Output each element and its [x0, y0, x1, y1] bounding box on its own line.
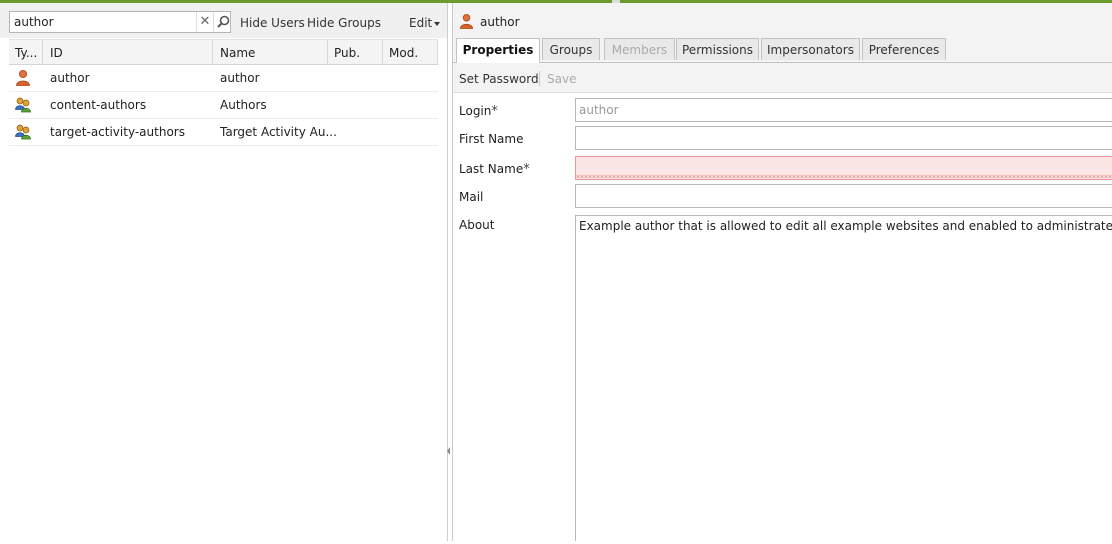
hide-groups-button[interactable]: Hide Groups: [307, 16, 381, 30]
column-header-type[interactable]: Ty...: [15, 46, 37, 60]
detail-header: author: [453, 3, 1112, 36]
chevron-down-icon: [434, 21, 441, 26]
first-name-input[interactable]: [576, 127, 1112, 149]
table-row[interactable]: author author: [9, 65, 438, 92]
detail-tabs: Properties Groups Members Permissions Im…: [453, 36, 1112, 63]
about-label: About: [459, 218, 495, 232]
tab-members: Members: [604, 38, 675, 60]
group-icon: [15, 124, 31, 140]
login-field: [575, 98, 1112, 122]
user-grid: Ty... ID Name Pub. Mod. author author co…: [9, 39, 438, 146]
user-list-panel: ✕ Hide Users Hide Groups Edit Ty... ID N…: [0, 3, 448, 541]
set-password-button[interactable]: Set Password: [459, 72, 539, 86]
panel-splitter-handle[interactable]: [446, 443, 451, 459]
row-name: Target Activity Au...: [220, 125, 337, 139]
column-header-pub[interactable]: Pub.: [334, 46, 360, 60]
login-input: [576, 99, 1112, 121]
required-mark: *: [523, 162, 530, 177]
table-row[interactable]: content-authors Authors: [9, 92, 438, 119]
last-name-field[interactable]: [575, 156, 1112, 180]
required-mark: *: [491, 104, 498, 119]
column-header-mod[interactable]: Mod.: [389, 46, 418, 60]
first-name-field[interactable]: [575, 126, 1112, 150]
last-name-label: Last Name*: [459, 162, 530, 177]
mail-label: Mail: [459, 190, 484, 204]
login-label-text: Login: [459, 104, 492, 118]
row-id: author: [50, 71, 90, 85]
group-icon: [15, 97, 31, 113]
search-icon[interactable]: [213, 12, 232, 32]
table-row[interactable]: target-activity-authors Target Activity …: [9, 119, 438, 146]
row-name: Authors: [220, 98, 267, 112]
tab-properties[interactable]: Properties: [456, 38, 540, 63]
column-header-id[interactable]: ID: [50, 46, 63, 60]
search-box: ✕: [9, 11, 231, 33]
list-toolbar: ✕ Hide Users Hide Groups Edit: [0, 3, 447, 38]
edit-menu-label: Edit: [409, 16, 433, 30]
login-label: Login*: [459, 104, 498, 119]
column-header-name[interactable]: Name: [220, 46, 255, 60]
about-textarea[interactable]: Example author that is allowed to edit a…: [576, 216, 1112, 541]
tab-groups[interactable]: Groups: [542, 38, 600, 60]
hide-users-button[interactable]: Hide Users: [240, 16, 305, 30]
about-field[interactable]: Example author that is allowed to edit a…: [575, 215, 1112, 541]
detail-action-bar: Set Password Save: [453, 63, 1112, 93]
row-id: content-authors: [50, 98, 147, 112]
user-icon: [460, 13, 473, 29]
invalid-underline: [576, 175, 1112, 178]
action-divider: [539, 71, 540, 86]
clear-search-icon[interactable]: ✕: [196, 12, 213, 32]
save-button: Save: [547, 72, 577, 86]
last-name-label-text: Last Name: [459, 162, 524, 176]
tab-impersonators[interactable]: Impersonators: [761, 38, 860, 60]
user-icon: [16, 70, 30, 86]
user-detail-panel: author Properties Groups Members Permiss…: [452, 3, 1112, 541]
tab-preferences[interactable]: Preferences: [862, 38, 946, 60]
search-input[interactable]: [10, 12, 202, 32]
mail-field[interactable]: [575, 184, 1112, 208]
edit-menu-button[interactable]: Edit: [409, 16, 441, 30]
row-id: target-activity-authors: [50, 125, 185, 139]
detail-title: author: [480, 15, 520, 29]
mail-input[interactable]: [576, 185, 1112, 207]
tab-permissions[interactable]: Permissions: [676, 38, 759, 60]
first-name-label: First Name: [459, 132, 524, 146]
grid-header: Ty... ID Name Pub. Mod.: [9, 39, 438, 65]
row-name: author: [220, 71, 260, 85]
